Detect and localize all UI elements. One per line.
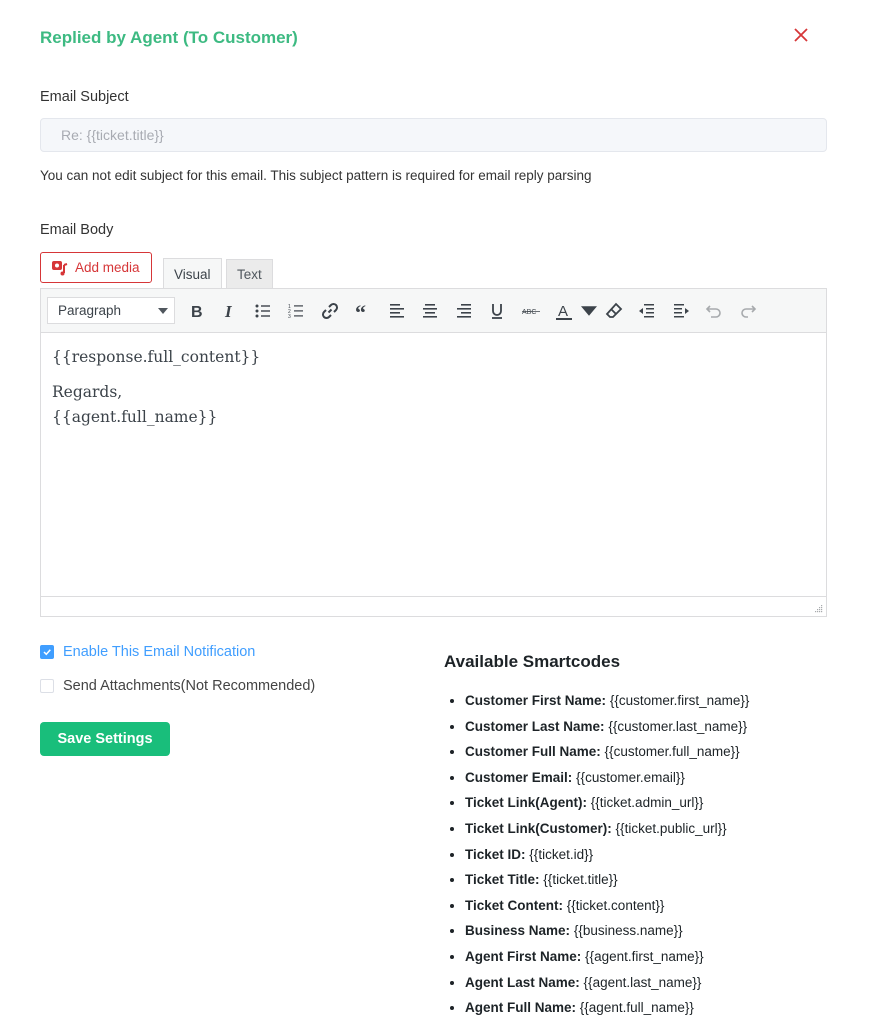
smartcode-item: Ticket Title: {{ticket.title}} (465, 869, 749, 895)
smartcode-item: Business Name: {{business.name}} (465, 920, 749, 946)
chevron-down-icon (158, 307, 168, 314)
resize-handle-icon[interactable] (813, 603, 823, 613)
undo-button[interactable] (698, 296, 732, 326)
editor-content-area[interactable]: {{response.full_content}} Regards, {{age… (41, 333, 826, 597)
email-subject-label: Email Subject (40, 89, 129, 105)
clear-formatting-button[interactable] (597, 296, 631, 326)
blockquote-icon: “ (355, 301, 366, 321)
email-subject-input[interactable] (40, 118, 827, 152)
smartcode-item: Customer Full Name: {{customer.full_name… (465, 741, 749, 767)
svg-text:I: I (224, 302, 233, 321)
enable-notification-label: Enable This Email Notification (63, 644, 256, 660)
tab-visual[interactable]: Visual (163, 258, 222, 289)
text-color-icon: A (556, 303, 573, 320)
svg-text:ABC: ABC (522, 309, 536, 316)
chevron-down-icon (581, 305, 597, 316)
bullet-list-icon (255, 304, 270, 317)
align-right-button[interactable] (447, 296, 481, 326)
checkbox-checked-icon (40, 645, 54, 659)
align-center-icon (423, 303, 438, 318)
body-line: Regards, (52, 382, 123, 401)
underline-icon (492, 303, 503, 319)
indent-button[interactable] (664, 296, 698, 326)
svg-text:“: “ (355, 301, 366, 321)
blockquote-button[interactable]: “ (347, 296, 381, 326)
smartcode-item: Ticket ID: {{ticket.id}} (465, 844, 749, 870)
svg-text:3: 3 (288, 314, 291, 320)
strikethrough-icon: ABC (521, 309, 540, 316)
strikethrough-button[interactable]: ABC (514, 296, 548, 326)
bold-icon: B (191, 304, 203, 321)
body-line: {{agent.full_name}} (52, 407, 218, 426)
add-media-label: Add media (75, 260, 140, 275)
svg-text:B: B (191, 304, 203, 321)
close-icon (794, 28, 808, 42)
media-icon (52, 260, 68, 275)
format-select-value: Paragraph (58, 303, 122, 318)
align-center-button[interactable] (414, 296, 448, 326)
undo-icon (706, 304, 722, 318)
email-body-editor: Paragraph B I 123 “ ABC A {{response.ful… (40, 288, 827, 617)
smartcode-item: Ticket Link(Agent): {{ticket.admin_url}} (465, 792, 749, 818)
outdent-icon (639, 303, 655, 317)
subject-help-text: You can not edit subject for this email.… (40, 168, 592, 183)
smartcode-item: Customer Email: {{customer.email}} (465, 767, 749, 793)
link-button[interactable] (313, 296, 347, 326)
numbered-list-icon: 123 (288, 304, 304, 320)
close-button[interactable] (791, 25, 811, 45)
enable-notification-checkbox[interactable]: Enable This Email Notification (40, 644, 255, 660)
body-line: {{response.full_content}} (52, 348, 261, 366)
indent-icon (673, 303, 689, 317)
numbered-list-button[interactable]: 123 (280, 296, 314, 326)
italic-button[interactable]: I (213, 296, 247, 326)
send-attachments-checkbox[interactable]: Send Attachments(Not Recommended) (40, 678, 315, 694)
editor-statusbar (41, 596, 826, 616)
text-color-dropdown[interactable] (581, 296, 597, 326)
format-select[interactable]: Paragraph (47, 297, 175, 324)
align-left-button[interactable] (380, 296, 414, 326)
redo-icon (740, 304, 756, 318)
smartcode-item: Agent First Name: {{agent.first_name}} (465, 946, 749, 972)
save-settings-button[interactable]: Save Settings (40, 722, 170, 756)
svg-text:A: A (558, 303, 568, 320)
smartcodes-title: Available Smartcodes (444, 652, 621, 671)
eraser-icon (605, 302, 623, 318)
smartcode-item: Ticket Content: {{ticket.content}} (465, 895, 749, 921)
tab-text[interactable]: Text (226, 259, 273, 288)
page-title: Replied by Agent (To Customer) (40, 28, 298, 47)
outdent-button[interactable] (631, 296, 665, 326)
text-color-button[interactable]: A (548, 296, 582, 326)
editor-toolbar: Paragraph B I 123 “ ABC A (41, 289, 826, 333)
send-attachments-label: Send Attachments(Not Recommended) (63, 678, 316, 694)
link-icon (321, 302, 338, 319)
smartcode-item: Agent Last Name: {{agent.last_name}} (465, 972, 749, 998)
smartcode-item: Ticket Link(Customer): {{ticket.public_u… (465, 818, 749, 844)
italic-icon: I (224, 302, 233, 321)
redo-button[interactable] (731, 296, 765, 326)
add-media-button[interactable]: Add media (40, 252, 152, 283)
bold-button[interactable]: B (179, 296, 213, 326)
align-left-icon (389, 303, 404, 318)
checkbox-unchecked-icon (40, 679, 54, 693)
smartcode-item: Customer Last Name: {{customer.last_name… (465, 716, 749, 742)
smartcodes-list: Customer First Name: {{customer.first_na… (444, 690, 749, 1023)
smartcode-item: Agent Full Name: {{agent.full_name}} (465, 997, 749, 1023)
email-body-label: Email Body (40, 222, 114, 238)
underline-button[interactable] (481, 296, 515, 326)
align-right-icon (456, 303, 471, 318)
smartcode-item: Customer First Name: {{customer.first_na… (465, 690, 749, 716)
bullet-list-button[interactable] (246, 296, 280, 326)
